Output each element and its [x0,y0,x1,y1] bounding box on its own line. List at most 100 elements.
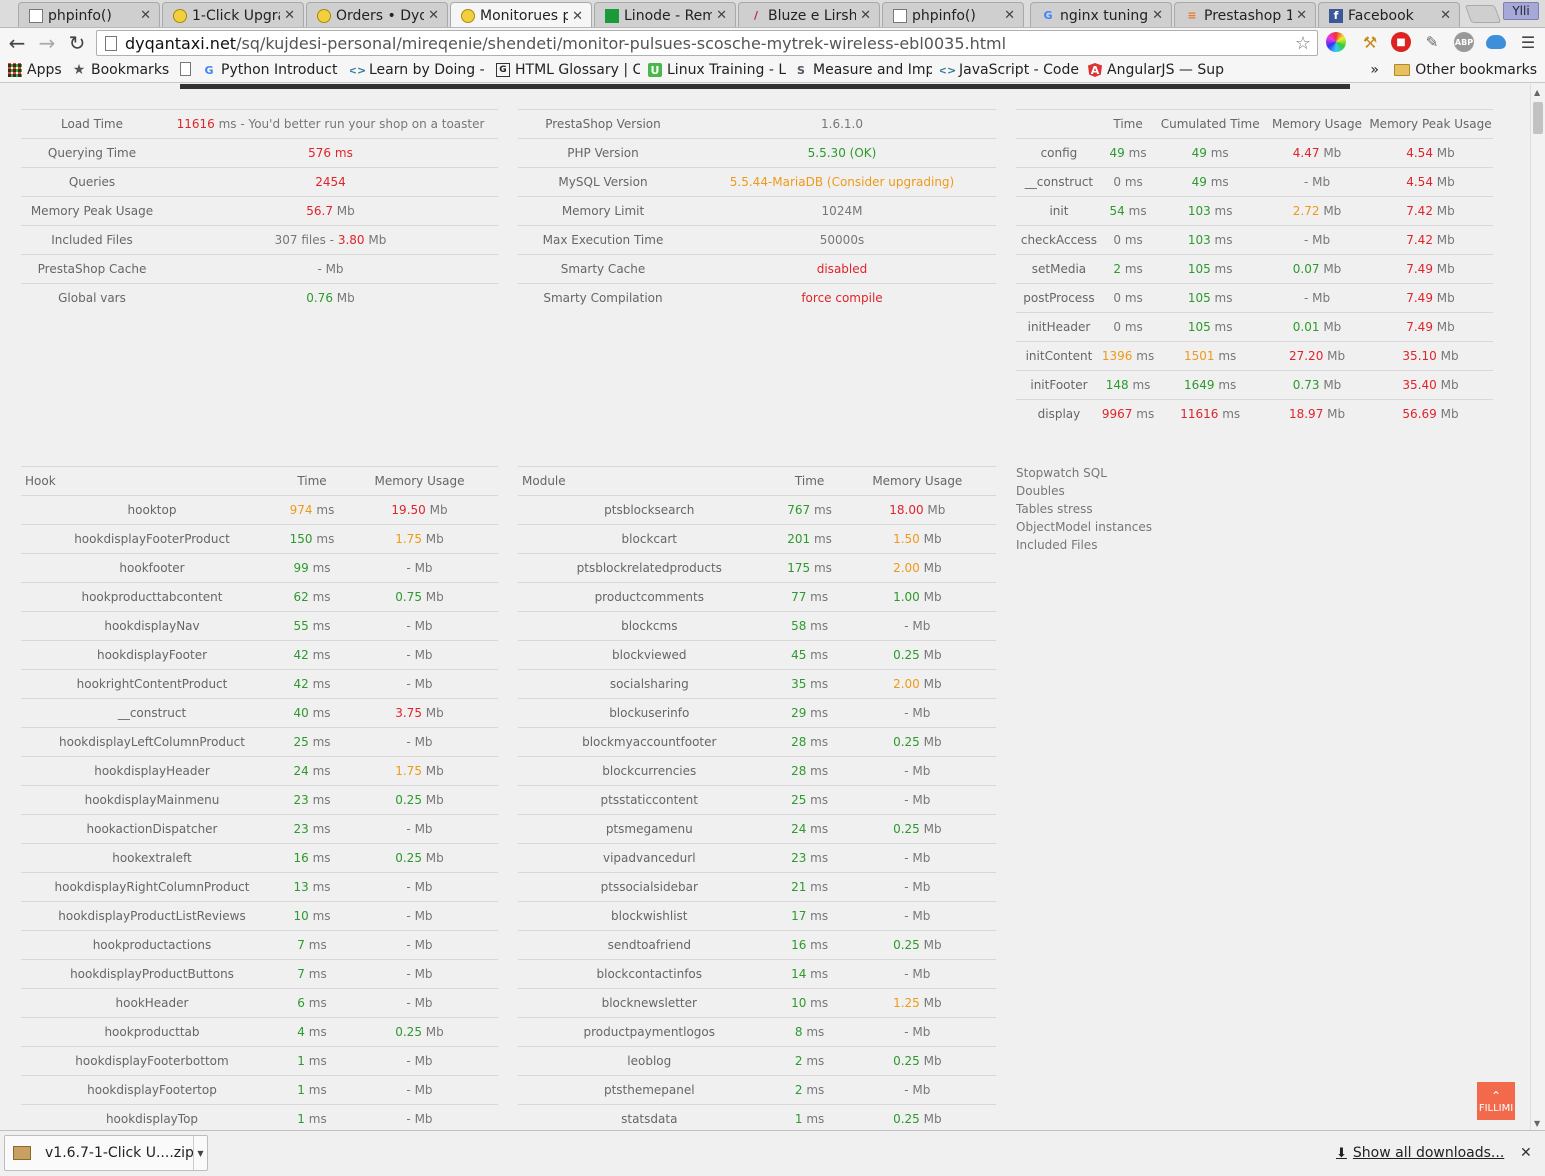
value-unit: ms [1206,175,1229,189]
value-unit: Mb [919,677,942,691]
step-name: __construct [1016,167,1102,197]
debug-link[interactable]: Tables stress [1016,500,1152,518]
hook-name: hookHeader [21,988,283,1018]
value-part: ms - You'd better run your shop on a toa… [214,117,485,131]
bookmarks-overflow-button[interactable]: » [1370,62,1379,78]
hook-memory: 0.25 Mb [341,1017,498,1047]
bookmark-5[interactable]: <> Learn by Doing - ( [350,62,488,78]
adblock-extension-icon[interactable]: ABP [1454,32,1474,52]
module-memory: - Mb [838,872,996,902]
config-label: Smarty Compilation [518,283,688,313]
tab-8[interactable]: Gnginx tuning ✕ [1030,2,1172,27]
close-icon[interactable]: ✕ [860,8,871,23]
value-unit: ms [806,764,829,778]
value-unit: ms [308,561,331,575]
stop-extension-icon[interactable]: ■ [1391,32,1411,52]
module-time: 8 ms [780,1017,839,1047]
step-peak-memory: 7.42 Mb [1368,225,1493,255]
download-item[interactable]: v1.6.7-1-Click U....zip ▼ [4,1135,208,1171]
tab-10[interactable]: f Facebook ✕ [1318,2,1460,27]
tab-5[interactable]: Linode - Remo ✕ [594,2,736,27]
bookmark-4[interactable]: G Python Introduct [202,62,342,78]
module-name: blockcart [518,524,781,554]
module-header-cell: Time [780,466,839,496]
close-icon[interactable]: ✕ [428,8,439,23]
close-icon[interactable]: ✕ [1296,8,1307,23]
debug-link[interactable]: Included Files [1016,536,1152,554]
page-content: Load Time 11616 ms - You'd better run you… [0,84,1530,1130]
debug-link[interactable]: ObjectModel instances [1016,518,1152,536]
tab-9[interactable]: ≡ Prestashop 1 ✕ [1174,2,1316,27]
eraser-extension-icon[interactable]: ✎ [1422,32,1442,52]
debug-link[interactable]: Stopwatch SQL [1016,464,1152,482]
hook-time: 1 ms [283,1046,341,1076]
value-unit: ms [308,648,331,662]
archive-icon [13,1146,31,1160]
close-icon[interactable]: ✕ [284,8,295,23]
bookmark-1[interactable]: Apps [8,62,64,78]
value-number: 1649 [1184,378,1215,392]
new-tab-button[interactable] [1464,5,1502,23]
module-time: 10 ms [780,988,839,1018]
close-shelf-icon[interactable]: ✕ [1520,1145,1532,1161]
value-unit: Mb [1319,378,1342,392]
page-scrollbar[interactable]: ▲ ▼ [1530,84,1545,1130]
bookmark-6[interactable]: G HTML Glossary | C [496,62,640,78]
arrow-left-icon: ← [8,31,26,55]
back-button[interactable]: ← [4,30,30,56]
bookmark-9[interactable]: <> JavaScript - Code [940,62,1080,78]
tab-3[interactable]: Orders • Dyqa ✕ [306,2,448,27]
page-icon [29,8,43,23]
show-all-downloads-link[interactable]: ⬇ Show all downloads... [1336,1145,1504,1161]
value-unit: Mb [1319,320,1342,334]
scroll-to-top-button[interactable]: ⌃ FILLIMI [1477,1082,1515,1120]
bookmark-2[interactable]: ★ Bookmarks [72,62,172,78]
scroll-up-icon[interactable]: ▲ [1534,88,1540,97]
bookmark-8[interactable]: S Measure and Imp [794,62,932,78]
bookmark-star-icon[interactable]: ☆ [1295,33,1311,54]
step-cumulated-time: 103 ms [1154,196,1267,226]
tab-1[interactable]: phpinfo() ✕ [18,2,160,27]
angular-icon: A [1088,63,1102,77]
debug-link[interactable]: Doubles [1016,482,1152,500]
profile-button[interactable]: Ylli [1503,2,1539,20]
value-number: 0.01 [1292,320,1320,334]
module-row: sendtoafriend 16 ms 0.25 Mb [518,930,996,960]
value-number: 0.75 [395,590,422,604]
color-picker-extension-icon[interactable] [1326,32,1346,52]
tab-4[interactable]: Monitorues p ✕ [450,2,592,27]
bookmark-10[interactable]: A AngularJS — Sup [1088,62,1230,78]
cloud-extension-icon[interactable] [1486,35,1506,49]
value-unit: ms [308,851,331,865]
hook-name: hookdisplayTop [21,1104,283,1130]
address-bar[interactable]: dyqantaxi.net/sq/kujdesi-personal/mireqe… [96,30,1318,56]
close-icon[interactable]: ✕ [572,9,583,24]
hammer-extension-icon[interactable]: ⚒ [1360,32,1380,52]
module-name: productcomments [518,582,781,612]
steps-row: init 54 ms 103 ms 2.72 Mb 7.42 Mb [1016,196,1493,226]
step-cumulated-time: 49 ms [1154,138,1267,168]
tab-2[interactable]: 1-Click Upgra ✕ [162,2,304,27]
value-unit: ms [806,996,829,1010]
close-icon[interactable]: ✕ [1440,8,1451,23]
close-icon[interactable]: ✕ [1004,8,1015,23]
scrollbar-thumb[interactable] [1533,102,1543,134]
value-number: 35.10 [1402,349,1437,363]
bookmark-7[interactable]: U Linux Training - Li [648,62,786,78]
close-icon[interactable]: ✕ [1152,8,1163,23]
google-icon: G [204,63,214,77]
close-icon[interactable]: ✕ [716,8,727,23]
menu-icon[interactable]: ☰ [1518,32,1538,52]
tab-7[interactable]: phpinfo() ✕ [882,2,1024,27]
other-bookmarks-folder[interactable]: Other bookmarks [1394,62,1537,78]
tab-6[interactable]: / Bluze e Lirshm ✕ [738,2,880,27]
bookmark-3[interactable] [180,62,194,76]
value-number: 45 [791,648,807,662]
chevron-down-icon[interactable]: ▼ [193,1136,207,1170]
scroll-down-icon[interactable]: ▼ [1534,1119,1540,1128]
reload-button[interactable]: ↻ [64,30,90,56]
hook-name: hookdisplayHeader [21,756,283,786]
close-icon[interactable]: ✕ [140,8,151,23]
forward-button[interactable]: → [34,30,60,56]
hook-name: hookextraleft [21,843,283,873]
